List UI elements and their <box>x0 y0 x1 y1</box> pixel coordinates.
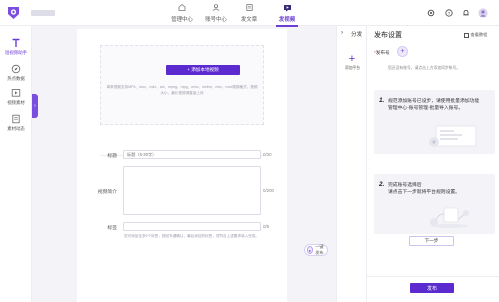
title-label: 标题 <box>107 154 117 159</box>
sidebar-item-video-material[interactable]: 视频素材 <box>0 88 32 106</box>
publish-button[interactable]: 发布 <box>410 283 454 293</box>
one-key-publish-button[interactable]: ▸ 一键发布 <box>304 244 328 256</box>
sidebar-item-label: 热点数据 <box>7 76 25 81</box>
doc-icon <box>12 114 20 124</box>
top-bar: 管理中心 账号中心 发文章 发视频 ? <box>0 0 499 27</box>
footer-divider <box>367 276 499 277</box>
sidebar-item-material-dynamic[interactable]: 素材动态 <box>0 114 32 132</box>
title-input[interactable] <box>123 150 261 159</box>
chevron-right-icon: › <box>34 103 36 109</box>
tag-hint: 您可添加至多5个标签，按回车键确认，最后添加的标签，须符合上述要求填入完成。 <box>124 234 259 238</box>
account-label: *发布号 <box>374 50 390 56</box>
publish-icon: ▸ <box>307 246 314 254</box>
tutorial-icon <box>464 32 469 38</box>
description-textarea[interactable] <box>123 166 261 215</box>
one-key-publish-label: 一键发布 <box>315 244 324 255</box>
add-local-video-button[interactable]: + 添加本地视频 <box>166 65 240 75</box>
step-2-line: 完成账号选择后 <box>388 183 422 188</box>
step-2-text: 完成账号选择后 请点击下一步就将平台规则设置。 <box>388 182 490 196</box>
step-1-illustration <box>429 125 477 147</box>
svg-text:?: ? <box>448 11 451 16</box>
topnav-post-article[interactable]: 发文章 <box>234 3 264 23</box>
topnav-post-video[interactable]: 发视频 <box>272 3 302 27</box>
help-icon[interactable]: ? <box>444 8 454 18</box>
topnav-label: 发视频 <box>278 17 296 23</box>
step-1-line: 管理中心-账号管理-批量导入账号。 <box>388 106 464 111</box>
distribution-strip: › 分发 + 添加平台 <box>336 26 367 302</box>
help-tutorial-label: 查看教程 <box>470 32 488 37</box>
media-icon <box>11 89 21 97</box>
video-editor-panel: + 添加本地视频 单条视频支持MP4、mov、m4v、avi、mpeg、mpg、… <box>77 29 287 302</box>
guide-step-2-card: 2. 完成账号选择后 请点击下一步就将平台规则设置。 <box>374 174 495 234</box>
step-number: 2. <box>379 181 385 188</box>
add-platform-label[interactable]: 添加平台 <box>339 66 366 71</box>
account-label-text: 发布号 <box>375 50 390 55</box>
topnav-label: 账号中心 <box>205 17 227 23</box>
compass-icon <box>11 64 21 74</box>
add-platform-icon[interactable]: + <box>346 54 358 65</box>
step-1-text: 规范添加账号已设步，请使用批量添加功能 管理中心-账号管理-批量导入账号。 <box>388 98 490 112</box>
video-icon <box>282 3 292 12</box>
upload-hint-line: 大小，最长视频请直接上传 <box>160 91 204 95</box>
step-2-illustration <box>430 207 469 228</box>
topnav-manage-center[interactable]: 管理中心 <box>167 3 197 23</box>
account-hint: 您还没有账号，请点击上方添加同步帐号。 <box>388 66 461 70</box>
topnav-label: 管理中心 <box>171 17 193 23</box>
distribution-title: 分发 <box>351 32 363 38</box>
topnav-account-center[interactable]: 账号中心 <box>201 3 231 23</box>
sidebar-item-label: 素材动态 <box>7 126 25 131</box>
sidebar-item-hot-data[interactable]: 热点数据 <box>0 64 32 82</box>
publish-settings-panel: 发布设置 查看教程 *发布号 + 您还没有账号，请点击上方添加同步帐号。 1. … <box>367 26 499 302</box>
topnav-label: 发文章 <box>240 17 258 23</box>
sidebar-item-label: 短视频助手 <box>5 50 27 55</box>
avatar[interactable] <box>478 8 488 18</box>
sidebar-collapse-toggle[interactable]: › <box>32 94 38 118</box>
settings-icon[interactable] <box>426 8 436 18</box>
text-t-icon <box>12 38 20 47</box>
tag-input[interactable] <box>123 222 261 231</box>
step-2-line: 请点击下一步就将平台规则设置。 <box>388 190 460 195</box>
sidebar-item-short-video-assistant[interactable]: 短视频助手 <box>0 38 32 56</box>
tag-label: 标签 <box>107 226 117 231</box>
description-label: 视频简介 <box>97 190 117 195</box>
upload-hint: 单条视频支持MP4、mov、m4v、avi、mpeg、mpg、wmv、webm、… <box>104 84 260 96</box>
user-icon <box>211 3 221 12</box>
left-sidebar: 短视频助手 热点数据 视频素材 素材动态 <box>0 26 32 302</box>
next-step-button[interactable]: 下一步 <box>409 236 454 246</box>
help-tutorial-link[interactable]: 查看教程 <box>464 32 487 38</box>
workspace-name-blurred <box>31 10 55 16</box>
title-char-count: 0/30 <box>263 152 272 157</box>
guide-step-1-card: 1. 规范添加账号已设步，请使用批量添加功能 管理中心-账号管理-批量导入账号。 <box>374 90 495 154</box>
tag-count: 0/5 <box>263 224 270 229</box>
bell-icon[interactable] <box>461 8 471 18</box>
step-1-line: 规范添加账号已设步，请使用批量添加功能 <box>388 99 480 104</box>
chevron-right-icon[interactable]: › <box>341 30 343 36</box>
article-icon <box>244 3 254 12</box>
publish-settings-title: 发布设置 <box>374 32 402 39</box>
app-logo-icon[interactable] <box>6 5 21 21</box>
home-icon <box>177 3 187 12</box>
add-account-button[interactable]: + <box>397 46 408 57</box>
step-number: 1. <box>379 97 385 104</box>
sidebar-item-label: 视频素材 <box>7 100 25 105</box>
description-char-count: 0/200 <box>263 188 274 193</box>
